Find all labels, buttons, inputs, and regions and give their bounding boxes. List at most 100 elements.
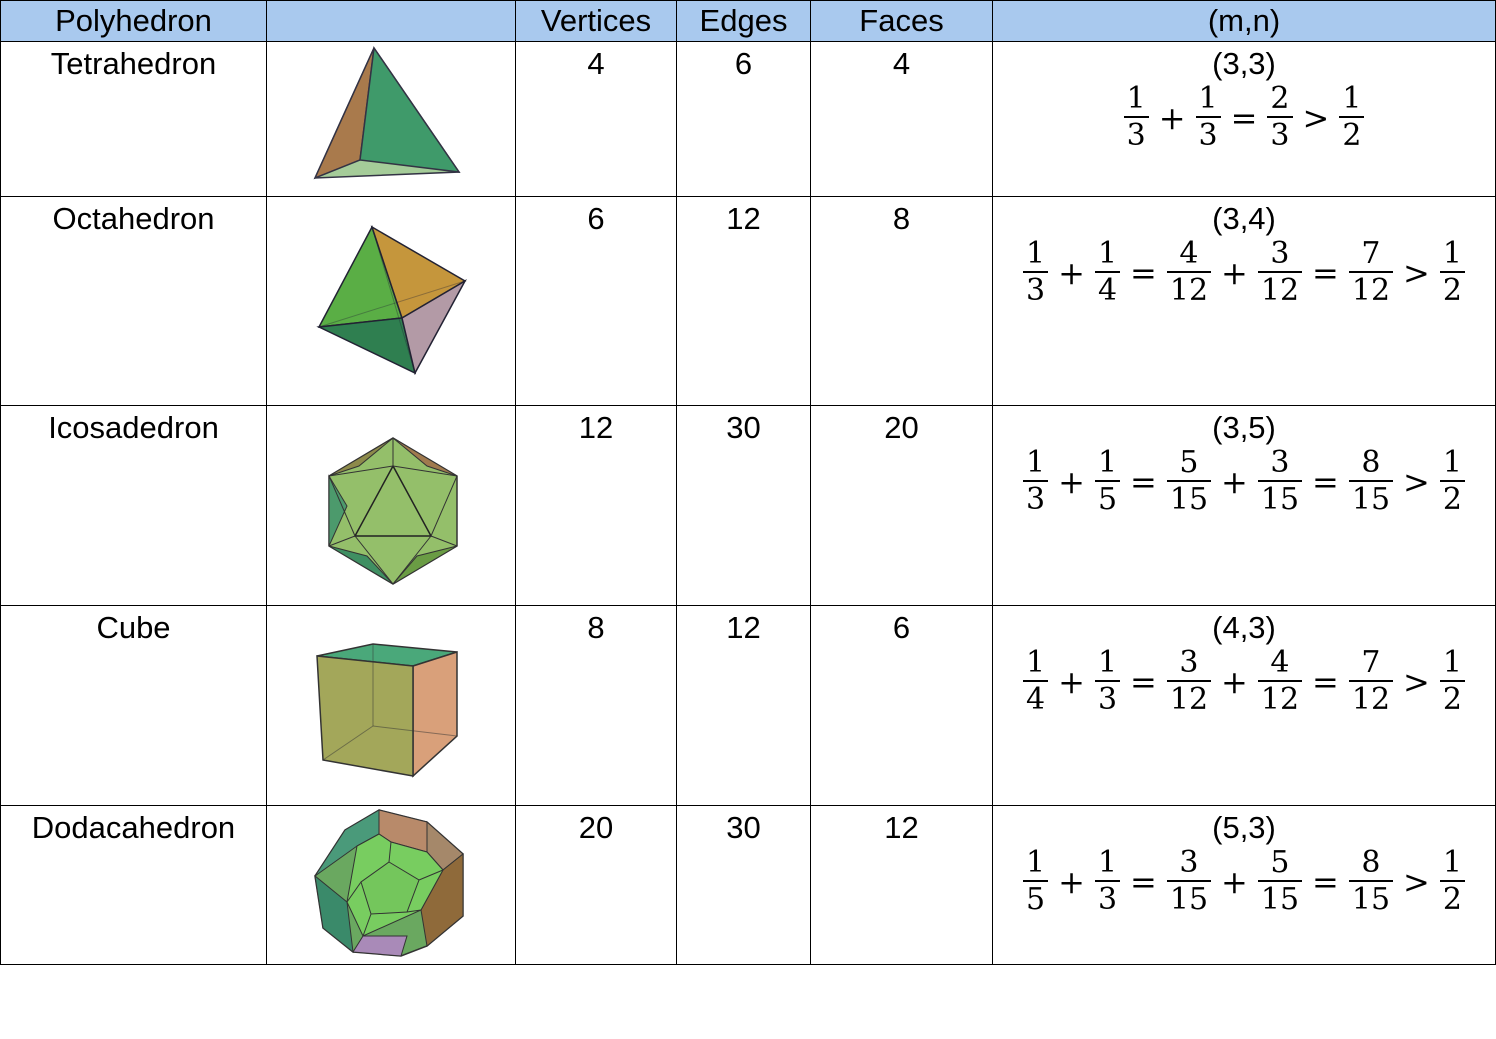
fraction: 12 [1439,236,1465,309]
denominator: 12 [1169,273,1209,308]
denominator: 3 [1198,118,1218,153]
tetrahedron-image [266,41,516,197]
operator: + [1221,254,1248,292]
denominator: 4 [1097,273,1118,308]
numerator: 2 [1270,81,1290,116]
fraction: 12 [1439,645,1465,718]
polyhedron-name: Dodacahedron [0,805,267,965]
operator: > [1403,863,1430,901]
numerator: 1 [1442,645,1462,680]
octahedron-image [266,196,516,406]
fraction: 5 15 [1166,445,1212,518]
denominator: 12 [1169,682,1209,717]
edges-cell: 12 [676,196,811,406]
faces-cell: 8 [810,196,993,406]
operator: + [1058,663,1085,701]
operator: = [1312,463,1339,501]
operator: = [1130,254,1157,292]
numerator: 8 [1361,445,1381,480]
fraction: 4 12 [1257,646,1303,718]
inequality: 1 3 +1 4 = 4 12 +3 12 = 7 12 >1 2 [993,237,1495,309]
fraction: 12 [1339,82,1365,154]
faces-cell: 20 [810,405,993,606]
fraction: 15 [1094,445,1121,518]
header-polyhedron: Polyhedron [0,0,267,42]
denominator: 4 [1026,682,1046,717]
denominator: 2 [1442,273,1462,308]
numerator: 1 [1198,81,1218,116]
numerator: 5 [1179,445,1199,480]
header-mn: (m,n) [992,0,1496,42]
denominator: 15 [1169,882,1209,917]
fraction: 8 15 [1348,445,1394,518]
vertices-cell: 8 [515,605,677,806]
numerator: 1 [1442,845,1462,880]
fraction: 14 [1023,646,1049,718]
fraction: 13 [1094,646,1121,718]
vertices-cell: 4 [515,41,677,197]
fraction: 14 [1094,237,1121,309]
numerator: 5 [1270,845,1290,880]
denominator: 3 [1026,273,1046,308]
fraction: 7 12 [1348,237,1394,309]
polyhedron-name: Cube [0,605,267,806]
faces-cell: 6 [810,605,993,806]
fraction: 23 [1267,81,1293,154]
operator: = [1130,663,1157,701]
fraction: 15 [1023,846,1049,918]
numerator: 3 [1270,236,1290,271]
denominator: 2 [1442,682,1462,717]
fraction: 8 15 [1348,845,1394,918]
operator: + [1058,463,1085,501]
mn-cell: (5,3) 1 5 +1 3 = 3 15 +5 15 = 8 15 >1 2 [992,805,1496,965]
dodecahedron-icon [314,809,464,957]
fraction: 5 15 [1257,845,1303,918]
numerator: 7 [1361,645,1381,680]
numerator: 1 [1442,445,1462,480]
denominator: 3 [1126,118,1146,153]
numerator: 1 [1442,236,1462,271]
operator: > [1403,663,1430,701]
numerator: 1 [1026,236,1046,271]
polyhedron-name: Tetrahedron [0,41,267,197]
operator: > [1403,463,1430,501]
numerator: 1 [1026,445,1046,480]
denominator: 3 [1026,482,1046,517]
operator: + [1221,863,1248,901]
mn-pair: (3,5) [1212,410,1276,445]
numerator: 1 [1097,845,1118,880]
operator: + [1058,254,1085,292]
mn-cell: (3,5) 1 3 +1 5 = 5 15 +3 15 = 8 15 >1 2 [992,405,1496,606]
polyhedron-name: Icosadedron [0,405,267,606]
mn-cell: (4,3) 1 4 +1 3 = 3 12 +4 12 = 7 12 >1 2 [992,605,1496,806]
numerator: 8 [1361,845,1381,880]
operator: = [1230,99,1258,137]
denominator: 2 [1442,482,1462,517]
fraction: 13 [1195,81,1221,154]
operator: + [1221,463,1248,501]
fraction: 13 [1094,845,1121,918]
denominator: 15 [1351,882,1391,917]
numerator: 1 [1097,445,1118,480]
cube-image [266,605,516,806]
edges-cell: 6 [676,41,811,197]
table-row: Cube 8 12 6 (4,3) 1 4 +1 3 = 3 12 +4 12 = 7 12 >1 2 [0,605,1496,806]
denominator: 2 [1342,118,1362,153]
cube-icon [316,643,458,778]
mn-pair: (5,3) [1212,810,1276,845]
edges-cell: 30 [676,405,811,606]
header-faces: Faces [810,0,993,42]
operator: > [1302,99,1330,137]
table-row: Dodacahedron 20 30 12 (5,3) 1 5 + 1 3 = … [0,805,1496,965]
denominator: 12 [1260,273,1300,308]
table-row: Octahedron 6 12 8 (3,4) 1 3 +1 4 = 4 12 +3 12 = 7 1… [0,196,1496,406]
vertices-cell: 12 [515,405,677,606]
faces-cell: 12 [810,805,993,965]
fraction: 3 15 [1166,846,1212,918]
denominator: 3 [1270,118,1290,153]
fraction: 3 15 [1257,446,1303,518]
edges-cell: 30 [676,805,811,965]
fraction: 13 [1023,445,1049,518]
inequality: 1 3 +1 3 = 2 3 >1 2 [993,82,1495,154]
inequality: 1 5 +1 3 = 3 15 +5 15 = 8 15 >1 2 [993,846,1495,918]
